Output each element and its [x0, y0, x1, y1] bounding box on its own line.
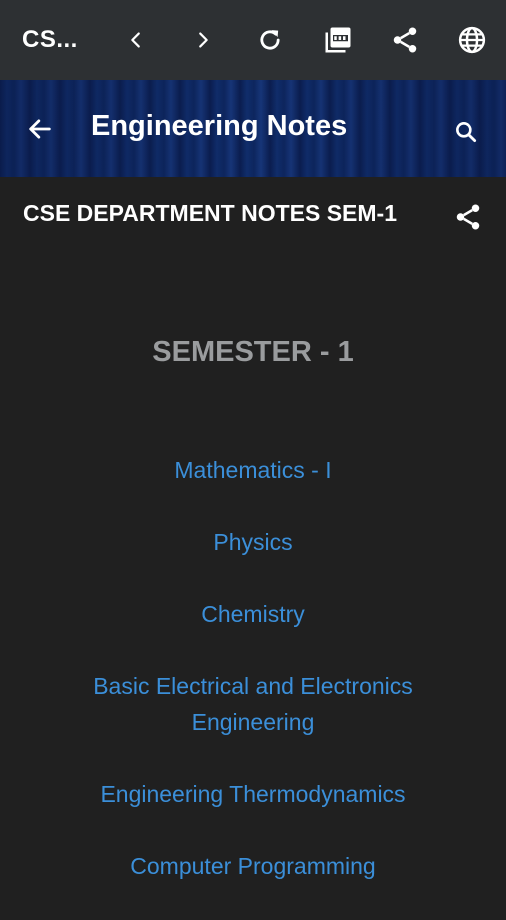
app-title: Engineering Notes	[91, 110, 348, 142]
subject-link-basic-electrical[interactable]: Basic Electrical and Electronics Enginee…	[60, 668, 446, 740]
search-button[interactable]	[446, 112, 486, 152]
browser-toolbar: CS...	[0, 0, 506, 80]
subject-link-chemistry[interactable]: Chemistry	[201, 596, 305, 632]
subject-link-computer-programming[interactable]: Computer Programming	[130, 848, 375, 884]
list-item: Physics	[0, 524, 506, 560]
subject-link-mathematics[interactable]: Mathematics - I	[174, 452, 331, 488]
chevron-right-icon	[199, 32, 208, 48]
reload-icon	[260, 30, 280, 50]
subject-list: Mathematics - I Physics Chemistry Basic …	[0, 452, 506, 920]
list-item: Engineering Thermodynamics	[0, 776, 506, 812]
search-icon	[456, 122, 477, 143]
arrow-left-icon	[29, 119, 51, 139]
list-item: Chemistry	[0, 596, 506, 632]
back-nav-button[interactable]	[116, 20, 156, 60]
post-share-button[interactable]	[448, 197, 488, 237]
forward-nav-button[interactable]	[183, 20, 223, 60]
save-pdf-button[interactable]	[318, 20, 358, 60]
share-icon	[456, 204, 480, 230]
share-icon	[393, 27, 417, 53]
globe-icon	[458, 26, 486, 54]
post-header: CSE DEPARTMENT NOTES SEM-1	[0, 177, 506, 277]
list-item: Basic Electrical and Electronics Enginee…	[0, 668, 506, 740]
back-button[interactable]	[20, 109, 60, 149]
browser-share-button[interactable]	[385, 20, 425, 60]
chevron-left-icon	[131, 32, 140, 48]
list-item: Mathematics - I	[0, 452, 506, 488]
reload-button[interactable]	[250, 20, 290, 60]
browser-tab-title[interactable]: CS...	[22, 26, 78, 54]
open-in-browser-button[interactable]	[452, 20, 492, 60]
subject-link-physics[interactable]: Physics	[213, 524, 292, 560]
post-title: CSE DEPARTMENT NOTES SEM-1	[23, 200, 397, 226]
subject-link-thermodynamics[interactable]: Engineering Thermodynamics	[100, 776, 405, 812]
app-header: Engineering Notes	[0, 80, 506, 177]
pdf-icon	[325, 27, 351, 53]
list-item: Computer Programming	[0, 848, 506, 884]
semester-heading: SEMESTER - 1	[152, 336, 354, 368]
